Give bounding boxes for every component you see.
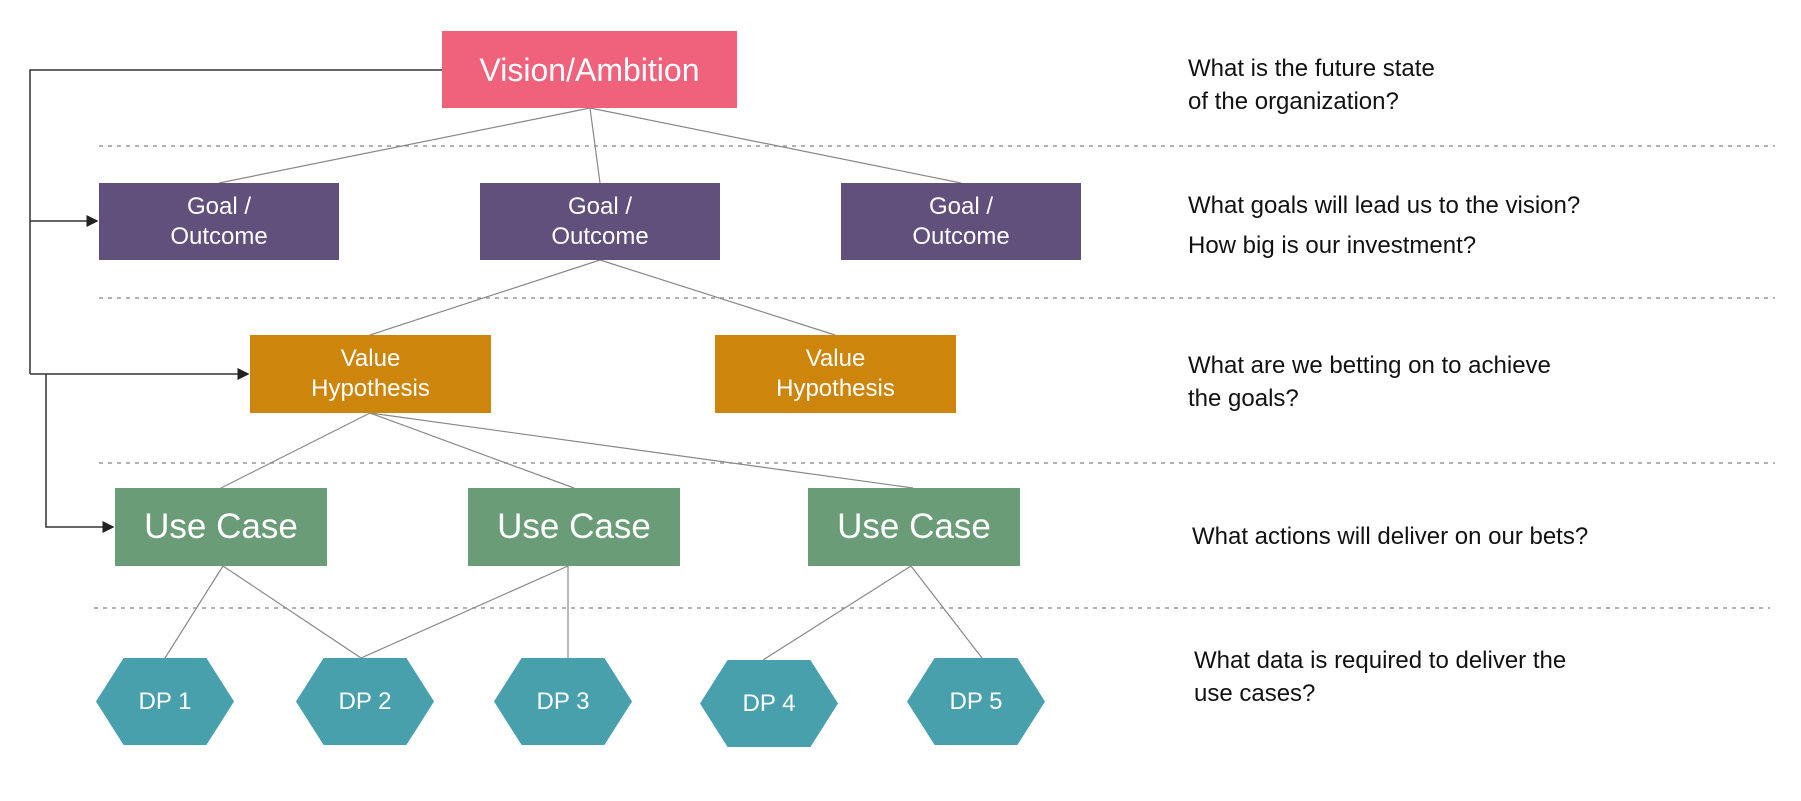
connector	[910, 565, 983, 659]
vh-label-line2: Hypothesis	[776, 375, 895, 402]
value-hypothesis-node: Value Hypothesis	[715, 335, 956, 413]
data-product-hexagon: DP 1	[96, 658, 234, 745]
dp-label: DP 5	[949, 687, 1003, 715]
vh-label-line1: Value	[340, 345, 401, 372]
connector	[369, 412, 914, 489]
vh-label-line2: Hypothesis	[311, 375, 430, 402]
use-case-label: Use Case	[837, 507, 991, 547]
use-case-node: Use Case	[115, 488, 327, 566]
connector	[599, 259, 836, 336]
data-product-hexagon: DP 3	[494, 658, 632, 745]
connector	[589, 107, 601, 184]
connector	[369, 412, 575, 489]
goal-label-line2: Outcome	[551, 222, 649, 250]
dp-label: DP 2	[338, 687, 392, 715]
use-case-node: Use Case	[468, 488, 680, 566]
goal-outcome-node: Goal / Outcome	[841, 183, 1081, 260]
connector	[220, 412, 371, 489]
question-value-hypotheses: What are we betting on to achieve the go…	[1188, 349, 1551, 415]
connector	[222, 565, 362, 659]
question-line: the goals?	[1188, 385, 1299, 412]
data-product-hexagon: DP 2	[296, 658, 434, 745]
question-vision: What is the future state of the organiza…	[1188, 52, 1435, 118]
question-line: How big is our investment?	[1188, 232, 1477, 259]
vision-ambition-node: Vision/Ambition	[442, 31, 737, 108]
connector	[360, 565, 569, 659]
dp-label: DP 3	[536, 687, 590, 715]
dp-label: DP 1	[138, 687, 192, 715]
question-goals: What goals will lead us to the vision? H…	[1188, 186, 1580, 266]
vision-label: Vision/Ambition	[479, 51, 700, 88]
goal-label-line1: Goal /	[186, 192, 252, 220]
question-line: What are we betting on to achieve	[1188, 352, 1551, 379]
arrow-to-use-case	[45, 374, 115, 533]
vh-label-line1: Value	[805, 345, 866, 372]
question-line: What actions will deliver on our bets?	[1192, 523, 1589, 550]
goal-label-line2: Outcome	[170, 222, 268, 250]
question-data-products: What data is required to deliver the use…	[1194, 644, 1566, 710]
question-use-cases: What actions will deliver on our bets?	[1192, 520, 1588, 553]
connector	[164, 565, 224, 659]
question-line: What is the future state	[1188, 55, 1435, 82]
connector	[369, 259, 601, 336]
use-case-label: Use Case	[144, 507, 298, 547]
goal-label-line1: Goal /	[567, 192, 633, 220]
connector	[589, 107, 962, 184]
data-product-hexagon: DP 4	[700, 660, 838, 747]
question-line: What goals will lead us to the vision?	[1188, 192, 1581, 219]
goal-outcome-node: Goal / Outcome	[99, 183, 339, 260]
value-hypothesis-node: Value Hypothesis	[250, 335, 491, 413]
question-line: What data is required to deliver the	[1194, 647, 1567, 674]
goal-outcome-node: Goal / Outcome	[480, 183, 720, 260]
use-case-label: Use Case	[497, 507, 651, 547]
goal-label-line1: Goal /	[928, 192, 994, 220]
question-line: of the organization?	[1188, 88, 1399, 115]
goal-label-line2: Outcome	[912, 222, 1010, 250]
data-product-hexagon: DP 5	[907, 658, 1045, 745]
dp-label: DP 4	[742, 689, 796, 717]
use-case-node: Use Case	[808, 488, 1020, 566]
question-line: use cases?	[1194, 680, 1316, 707]
connector	[762, 565, 912, 661]
